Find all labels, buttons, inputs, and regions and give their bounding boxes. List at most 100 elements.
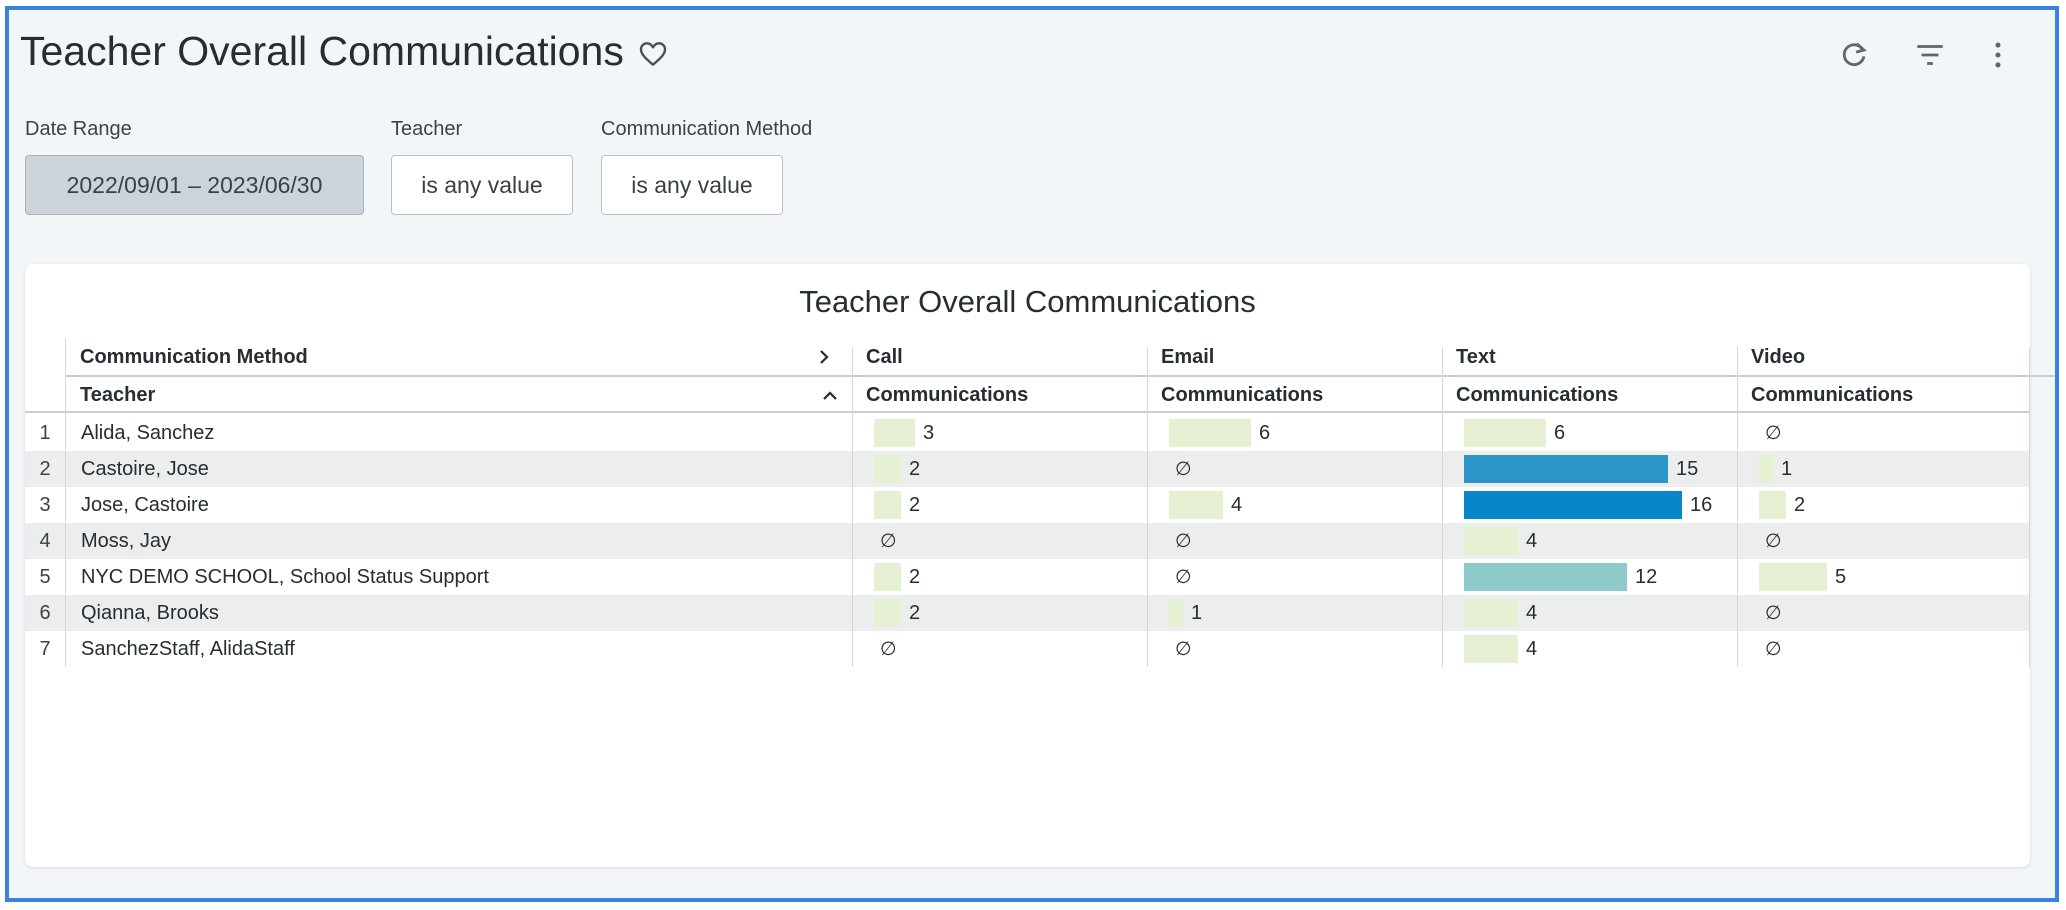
teacher-name-cell[interactable]: Jose, Castoire	[81, 487, 209, 523]
null-value-cell: ∅	[1765, 422, 1782, 444]
communications-value[interactable]: 1	[1191, 595, 1202, 631]
table-row[interactable]: 1 Alida, Sanchez 3 6 6 ∅	[25, 415, 2030, 451]
communications-value[interactable]: 6	[1259, 415, 1270, 451]
communications-value[interactable]: 4	[1526, 595, 1537, 631]
data-bar	[1759, 491, 1786, 519]
row-number: 1	[39, 421, 51, 444]
communications-value[interactable]: 2	[909, 559, 920, 595]
table-row[interactable]: 5 NYC DEMO SCHOOL, School Status Support 2…	[25, 559, 2030, 595]
more-vert-icon[interactable]	[1981, 38, 2015, 72]
data-bar	[874, 419, 915, 447]
teacher-name-cell[interactable]: SanchezStaff, AlidaStaff	[81, 631, 295, 667]
communications-value[interactable]: 5	[1835, 559, 1846, 595]
measure-header-video[interactable]: Communications	[1751, 377, 1913, 413]
communications-value[interactable]: 4	[1526, 523, 1537, 559]
row-number: 5	[39, 565, 51, 588]
row-number: 6	[39, 601, 51, 624]
measure-header-call[interactable]: Communications	[866, 377, 1028, 413]
null-value-cell: ∅	[1765, 530, 1782, 552]
null-value-cell: ∅	[880, 638, 897, 660]
communication-method-label: Communication Method	[601, 118, 813, 140]
row-number: 3	[39, 493, 51, 516]
column-divider	[2029, 347, 2030, 667]
communications-value[interactable]: 2	[909, 595, 920, 631]
column-divider	[1442, 347, 1443, 667]
teacher-name-cell[interactable]: Alida, Sanchez	[81, 415, 214, 451]
page-title: Teacher Overall Communications	[20, 28, 624, 74]
data-bar	[874, 599, 901, 627]
data-bar	[1169, 599, 1183, 627]
column-divider	[1147, 347, 1148, 667]
data-bar	[1464, 419, 1546, 447]
data-bar	[874, 455, 901, 483]
table-visualization: Teacher Overall Communications Communica…	[25, 264, 2055, 867]
communications-value[interactable]: 4	[1526, 631, 1537, 667]
row-number: 2	[39, 457, 51, 480]
data-bar	[1464, 491, 1682, 519]
heart-outline-icon[interactable]	[637, 38, 669, 70]
table-row[interactable]: 2 Castoire, Jose 2 ∅ 15 1	[25, 451, 2030, 487]
data-bar	[1464, 599, 1518, 627]
communications-value[interactable]: 16	[1690, 487, 1712, 523]
column-divider	[65, 339, 66, 667]
row-number: 4	[39, 529, 51, 552]
communications-value[interactable]: 2	[909, 451, 920, 487]
null-value-cell: ∅	[1175, 638, 1192, 660]
data-bar	[874, 563, 901, 591]
data-bar	[1759, 563, 1827, 591]
method-header-text[interactable]: Text	[1456, 339, 1496, 375]
communication-method-filter[interactable]: is any value	[601, 155, 783, 215]
table-row[interactable]: 3 Jose, Castoire 2 4 16 2	[25, 487, 2030, 523]
data-bar	[1169, 419, 1251, 447]
method-header-call[interactable]: Call	[866, 339, 903, 375]
filter-icon[interactable]	[1913, 38, 1947, 72]
header-divider	[65, 375, 2055, 377]
communications-value[interactable]: 12	[1635, 559, 1657, 595]
data-bar	[1759, 455, 1773, 483]
pivot-dimension-header[interactable]: Communication Method	[80, 339, 308, 375]
header-divider	[25, 411, 2030, 413]
pivot-header-row: Communication Method Call Email Text Vid…	[25, 339, 2030, 375]
table-row[interactable]: 4 Moss, Jay ∅ ∅ 4 ∅	[25, 523, 2030, 559]
data-bar	[1464, 635, 1518, 663]
teacher-name-cell[interactable]: Castoire, Jose	[81, 451, 209, 487]
communications-value[interactable]: 1	[1781, 451, 1792, 487]
chevron-right-icon[interactable]	[815, 348, 833, 366]
null-value-cell: ∅	[1175, 458, 1192, 480]
communications-value[interactable]: 4	[1231, 487, 1242, 523]
null-value-cell: ∅	[1765, 602, 1782, 624]
row-number: 7	[39, 637, 51, 660]
data-bar	[1169, 491, 1223, 519]
table-row[interactable]: 7 SanchezStaff, AlidaStaff ∅ ∅ 4 ∅	[25, 631, 2030, 667]
communications-value[interactable]: 3	[923, 415, 934, 451]
communications-value[interactable]: 2	[1794, 487, 1805, 523]
method-header-video[interactable]: Video	[1751, 339, 1805, 375]
teacher-name-cell[interactable]: NYC DEMO SCHOOL, School Status Support	[81, 559, 489, 595]
date-range-label: Date Range	[25, 118, 132, 140]
teacher-column-header[interactable]: Teacher	[80, 377, 155, 413]
null-value-cell: ∅	[1175, 566, 1192, 588]
teacher-filter[interactable]: is any value	[391, 155, 573, 215]
communications-value[interactable]: 15	[1676, 451, 1698, 487]
measure-header-text[interactable]: Communications	[1456, 377, 1618, 413]
data-bar	[1464, 563, 1627, 591]
table-row[interactable]: 6 Qianna, Brooks 2 1 4 ∅	[25, 595, 2030, 631]
visualization-title: Teacher Overall Communications	[799, 284, 1256, 319]
data-bar	[874, 491, 901, 519]
column-header-row: Teacher Communications Communications Co…	[25, 377, 2030, 413]
measure-header-email[interactable]: Communications	[1161, 377, 1323, 413]
null-value-cell: ∅	[1765, 638, 1782, 660]
teacher-filter-label: Teacher	[391, 118, 463, 140]
teacher-name-cell[interactable]: Moss, Jay	[81, 523, 171, 559]
column-divider	[1737, 347, 1738, 667]
null-value-cell: ∅	[880, 530, 897, 552]
method-header-email[interactable]: Email	[1161, 339, 1214, 375]
chevron-up-icon[interactable]	[821, 387, 839, 405]
teacher-name-cell[interactable]: Qianna, Brooks	[81, 595, 219, 631]
data-bar	[1464, 455, 1668, 483]
data-bar	[1464, 527, 1518, 555]
communications-value[interactable]: 2	[909, 487, 920, 523]
date-range-filter[interactable]: 2022/09/01 – 2023/06/30	[25, 155, 364, 215]
communications-value[interactable]: 6	[1554, 415, 1565, 451]
refresh-icon[interactable]	[1837, 38, 1871, 72]
